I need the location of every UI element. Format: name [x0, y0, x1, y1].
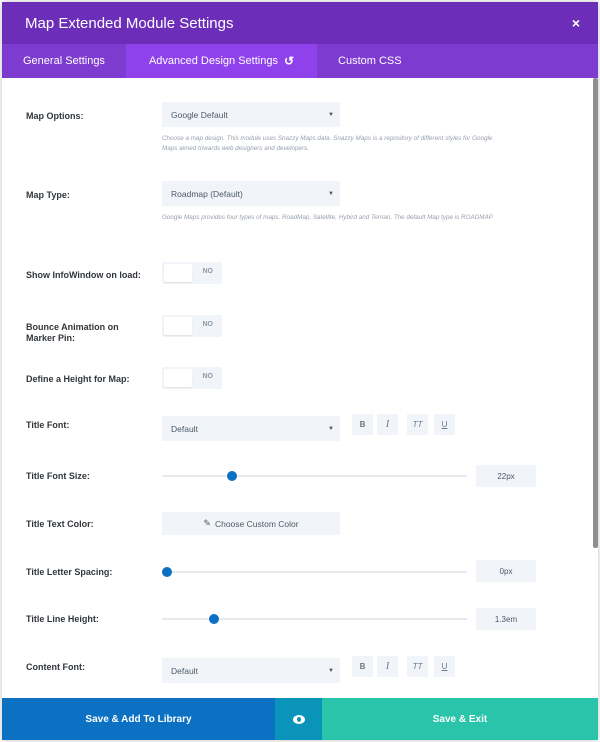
bold-button[interactable]: B — [352, 656, 373, 677]
title-line-height-slider[interactable] — [162, 614, 467, 624]
title-letter-spacing-label: Title Letter Spacing: — [26, 567, 113, 577]
scrollbar[interactable] — [593, 78, 598, 548]
bounce-animation-toggle[interactable]: NO — [162, 315, 222, 337]
save-add-to-library-button[interactable]: Save & Add To Library — [2, 698, 275, 740]
title-font-size-value[interactable]: 22px — [476, 465, 536, 487]
slider-handle[interactable] — [162, 567, 172, 577]
italic-button[interactable]: I — [377, 414, 398, 435]
uppercase-button[interactable]: TT — [407, 656, 428, 677]
toggle-knob — [164, 317, 192, 335]
map-options-description: Choose a map design. This module uses Sn… — [162, 135, 493, 152]
show-infowindow-toggle[interactable]: NO — [162, 262, 222, 284]
choose-color-button[interactable]: ✎ Choose Custom Color — [162, 512, 340, 535]
title-font-value: Default — [171, 423, 198, 434]
tab-label: General Settings — [23, 55, 105, 67]
tab-advanced-design-settings[interactable]: Advanced Design Settings ↺ — [125, 44, 318, 78]
map-options-select[interactable]: Google Default ▼ — [162, 102, 340, 127]
tab-label: Custom CSS — [338, 55, 402, 67]
define-height-toggle[interactable]: NO — [162, 367, 222, 389]
title-font-size-label: Title Font Size: — [26, 471, 90, 481]
map-type-select[interactable]: Roadmap (Default) ▼ — [162, 181, 340, 206]
chevron-down-icon: ▼ — [328, 668, 334, 674]
content-font-value: Default — [171, 665, 198, 676]
title-letter-spacing-value[interactable]: 0px — [476, 560, 536, 582]
underline-button[interactable]: U — [434, 414, 455, 435]
tab-bar: General Settings Advanced Design Setting… — [2, 44, 598, 78]
title-letter-spacing-slider[interactable] — [162, 567, 467, 577]
preview-button[interactable] — [275, 698, 322, 740]
bold-button[interactable]: B — [352, 414, 373, 435]
title-line-height-label: Title Line Height: — [26, 614, 99, 624]
modal-footer: Save & Add To Library Save & Exit — [2, 698, 598, 740]
undo-icon[interactable]: ↺ — [284, 54, 294, 68]
toggle-state: NO — [202, 268, 214, 275]
tab-general-settings[interactable]: General Settings — [2, 44, 126, 78]
toggle-knob — [164, 264, 192, 282]
map-options-label: Map Options: — [26, 111, 84, 121]
title-text-color-label: Title Text Color: — [26, 519, 94, 529]
modal-title: Map Extended Module Settings — [25, 14, 234, 32]
tab-custom-css[interactable]: Custom CSS — [317, 44, 423, 78]
map-type-description: Google Maps provides four types of maps.… — [162, 214, 493, 221]
chevron-down-icon: ▼ — [328, 112, 334, 118]
modal-header: Map Extended Module Settings × — [2, 2, 598, 44]
map-type-label: Map Type: — [26, 190, 70, 200]
title-font-label: Title Font: — [26, 420, 70, 430]
eye-icon — [292, 714, 305, 724]
settings-body: Map Options: Google Default ▼ Choose a m… — [2, 78, 598, 696]
close-icon[interactable]: × — [566, 13, 586, 33]
settings-modal: Map Extended Module Settings × General S… — [2, 2, 598, 740]
chevron-down-icon: ▼ — [328, 426, 334, 432]
italic-button[interactable]: I — [377, 656, 398, 677]
slider-handle[interactable] — [226, 471, 237, 481]
toggle-knob — [164, 369, 192, 387]
save-exit-button[interactable]: Save & Exit — [322, 698, 598, 740]
chevron-down-icon: ▼ — [328, 191, 334, 197]
uppercase-button[interactable]: TT — [407, 414, 428, 435]
toggle-state: NO — [202, 321, 214, 328]
show-infowindow-label: Show InfoWindow on load: — [26, 270, 141, 280]
slider-handle[interactable] — [209, 614, 220, 624]
define-height-label: Define a Height for Map: — [26, 374, 130, 384]
choose-color-label: Choose Custom Color — [214, 518, 299, 529]
title-font-select[interactable]: Default ▼ — [162, 416, 340, 441]
map-options-value: Google Default — [171, 109, 228, 120]
map-type-value: Roadmap (Default) — [171, 188, 243, 199]
content-font-label: Content Font: — [26, 662, 85, 672]
bounce-animation-label: Bounce Animation on Marker Pin: — [26, 322, 119, 343]
underline-button[interactable]: U — [434, 656, 455, 677]
toggle-state: NO — [202, 373, 214, 380]
title-font-size-slider[interactable] — [162, 471, 467, 481]
eyedropper-icon: ✎ — [203, 518, 211, 528]
tab-label: Advanced Design Settings — [148, 55, 278, 67]
content-font-select[interactable]: Default ▼ — [162, 658, 340, 683]
title-line-height-value[interactable]: 1.3em — [476, 608, 536, 630]
